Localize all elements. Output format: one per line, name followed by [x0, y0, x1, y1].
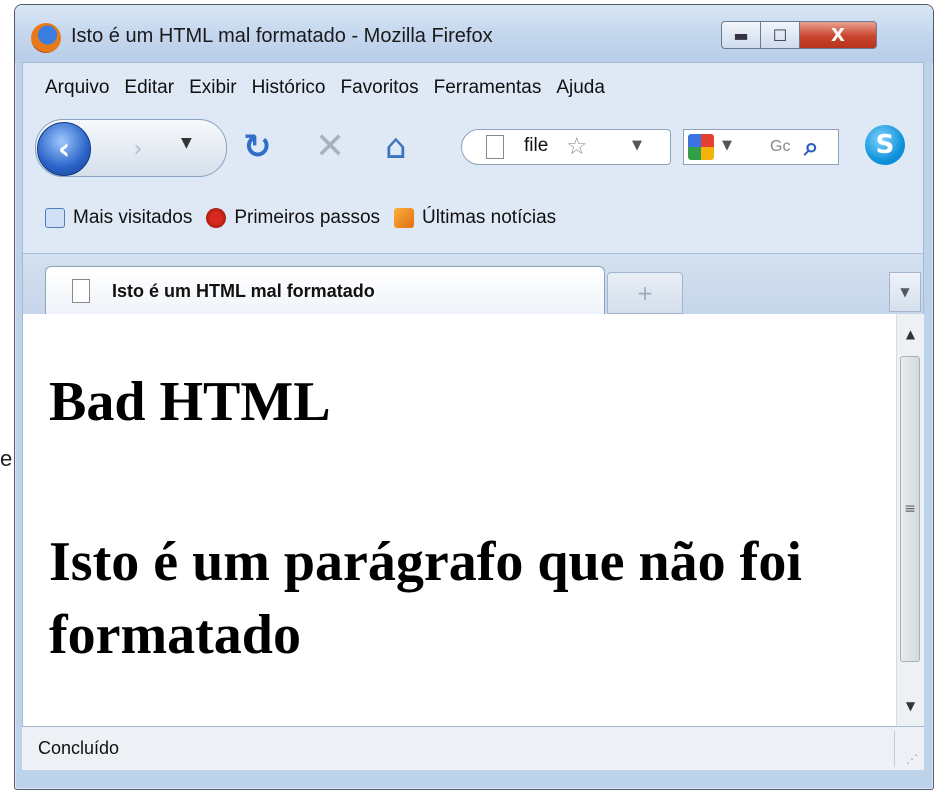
tab-list-dropdown-icon[interactable]: ▼ [889, 272, 921, 312]
bookmark-label: Últimas notícias [422, 207, 557, 228]
stop-icon[interactable]: ✕ [315, 127, 345, 167]
getting-started-icon [206, 208, 227, 228]
search-icon[interactable]: ⌕ [804, 132, 819, 163]
page-content: Bad HTML Isto é um parágrafo que não foi… [22, 314, 897, 726]
bookmark-label: Primeiros passos [234, 207, 381, 228]
search-bar[interactable]: ▼ Gc ⌕ [683, 129, 839, 165]
home-icon[interactable]: ⌂ [385, 127, 407, 167]
bookmark-label: Mais visitados [73, 207, 193, 228]
google-icon[interactable] [688, 134, 714, 160]
status-bar: Concluído ⋰ [22, 726, 924, 770]
page-icon [72, 279, 90, 303]
maximize-button[interactable]: ☐ [760, 21, 800, 49]
url-dropdown-icon[interactable]: ▼ [632, 138, 642, 153]
vertical-scrollbar[interactable]: ▲ ≡ ▼ [896, 314, 924, 726]
reload-icon[interactable]: ↻ [243, 127, 272, 167]
firefox-icon [31, 23, 61, 53]
menu-arquivo[interactable]: Arquivo [45, 77, 109, 99]
navigation-toolbar: ‹ › ▼ ↻ ✕ ⌂ file ☆ ▼ ▼ Gc ⌕ S [23, 111, 923, 181]
address-bar[interactable]: file ☆ ▼ [461, 129, 671, 165]
menu-ferramentas[interactable]: Ferramentas [434, 77, 542, 99]
minimize-button[interactable]: ▬ [721, 21, 761, 49]
menu-bar: Arquivo Editar Exibir Histórico Favorito… [45, 77, 620, 99]
page-icon [486, 135, 504, 159]
scroll-up-icon[interactable]: ▲ [897, 320, 924, 348]
status-text: Concluído [38, 738, 120, 758]
star-icon[interactable]: ☆ [566, 132, 588, 160]
back-icon[interactable]: ‹ [37, 122, 91, 176]
skype-icon[interactable]: S [865, 125, 905, 165]
tab-label: Isto é um HTML mal formatado [112, 281, 375, 301]
scrollbar-thumb[interactable]: ≡ [900, 356, 920, 662]
status-divider [894, 731, 895, 767]
title-bar[interactable]: Isto é um HTML mal formatado - Mozilla F… [15, 5, 933, 63]
most-visited-icon [45, 208, 65, 228]
menu-exibir[interactable]: Exibir [189, 77, 237, 99]
history-dropdown-icon[interactable]: ▼ [181, 135, 192, 151]
url-input[interactable]: file [524, 135, 548, 157]
search-input[interactable]: Gc [770, 138, 790, 156]
browser-chrome: Arquivo Editar Exibir Histórico Favorito… [22, 62, 924, 318]
bookmark-mais-visitados[interactable]: Mais visitados [45, 207, 192, 229]
bookmark-primeiros-passos[interactable]: Primeiros passos [206, 207, 380, 229]
bookmarks-toolbar: Mais visitados Primeiros passos Últimas … [45, 207, 570, 229]
window-title: Isto é um HTML mal formatado - Mozilla F… [71, 25, 493, 47]
forward-icon[interactable]: › [103, 131, 173, 167]
tab-strip: Isto é um HTML mal formatado + ▼ [23, 253, 923, 318]
menu-ajuda[interactable]: Ajuda [556, 77, 605, 99]
new-tab-button[interactable]: + [607, 272, 683, 314]
scroll-down-icon[interactable]: ▼ [897, 692, 924, 720]
bookmark-ultimas-noticias[interactable]: Últimas notícias [394, 207, 556, 229]
page-heading: Bad HTML [49, 371, 331, 433]
menu-favoritos[interactable]: Favoritos [340, 77, 418, 99]
menu-editar[interactable]: Editar [124, 77, 174, 99]
menu-historico[interactable]: Histórico [252, 77, 326, 99]
tab-current[interactable]: Isto é um HTML mal formatado [45, 266, 605, 318]
background-text-fragment: e [0, 446, 13, 471]
engine-dropdown-icon[interactable]: ▼ [722, 138, 732, 153]
close-button[interactable]: X [799, 21, 877, 49]
rss-icon [394, 208, 415, 228]
resize-grip-icon[interactable]: ⋰ [906, 752, 918, 766]
page-paragraph: Isto é um parágrafo que não foi formatad… [49, 531, 802, 666]
